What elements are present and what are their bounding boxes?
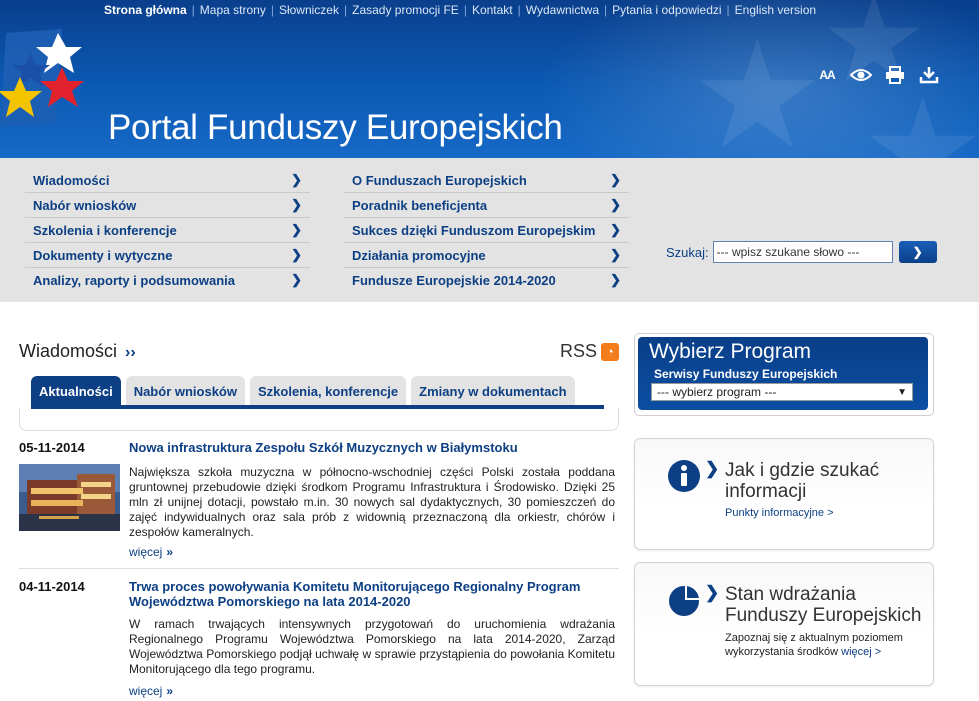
- print-button[interactable]: [883, 64, 907, 86]
- article-title[interactable]: Nowa infrastruktura Zespołu Szkół Muzycz…: [129, 440, 599, 455]
- article-thumbnail[interactable]: [19, 464, 120, 531]
- news-heading[interactable]: Wiadomości ››: [19, 341, 136, 361]
- menu-item-promotion[interactable]: Działania promocyjne ❯: [344, 243, 629, 268]
- topnav-glossary[interactable]: Słowniczek: [279, 3, 339, 17]
- chevron-right-icon: ❯: [912, 245, 923, 259]
- chevron-right-icon: ❯: [291, 247, 302, 262]
- tab-news[interactable]: Aktualności: [31, 376, 121, 406]
- star-decoration: ★: [860, 71, 979, 159]
- chevron-right-icon: ❯: [610, 222, 621, 237]
- dropdown-arrow-icon: ▼: [897, 386, 907, 398]
- tab-calls[interactable]: Nabór wniosków: [125, 376, 245, 406]
- building-photo: [19, 464, 120, 531]
- menu-column-left: Wiadomości ❯ Nabór wniosków ❯ Szkolenia i …: [25, 168, 310, 292]
- info-box-title: Jak i gdzie szukać informacji: [725, 460, 880, 502]
- main-menu: Wiadomości ❯ Nabór wniosków ❯ Szkolenia i …: [0, 158, 979, 302]
- info-icon: [668, 460, 700, 492]
- double-chevron-icon: »: [166, 684, 174, 698]
- chevron-right-icon: ❯: [291, 222, 302, 237]
- topnav-contact[interactable]: Kontakt: [472, 3, 513, 17]
- tab-document-changes[interactable]: Zmiany w dokumentach: [411, 376, 575, 406]
- program-subtitle: Serwisy Funduszy Europejskich: [654, 367, 838, 381]
- double-chevron-icon: ››: [125, 344, 136, 361]
- rss-link[interactable]: RSS ◔: [560, 341, 619, 362]
- top-navigation: Strona główna | Mapa strony | Słowniczek | Zas…: [104, 3, 817, 17]
- chevron-right-icon: ❯: [610, 197, 621, 212]
- article-body: W ramach trwających intensywnych przygot…: [129, 617, 615, 676]
- chevron-right-icon: ❯: [705, 459, 720, 478]
- article-title[interactable]: Trwa proces powoływania Komitetu Monitor…: [129, 579, 599, 609]
- eu-funds-logo[interactable]: [0, 25, 100, 135]
- menu-item-beneficiary-guide[interactable]: Poradnik beneficjenta ❯: [344, 193, 629, 218]
- status-more-link[interactable]: więcej >: [841, 646, 881, 658]
- topnav-publications[interactable]: Wydawnictwa: [526, 3, 599, 17]
- chevron-right-icon: ❯: [610, 272, 621, 287]
- download-icon: [919, 67, 939, 84]
- status-box-title: Stan wdrażania Funduszy Europejskich: [725, 584, 922, 626]
- double-chevron-icon: »: [166, 545, 174, 559]
- program-select[interactable]: --- wybierz program --- ▼: [651, 383, 913, 401]
- chevron-right-icon: ❯: [705, 583, 720, 602]
- site-header: ★ ★ ★ Strona główna | Mapa strony | Słownicz…: [0, 0, 979, 158]
- menu-column-right: O Funduszach Europejskich ❯ Poradnik bene…: [344, 168, 629, 292]
- article-body: Największa szkoła muzyczna w północno-ws…: [129, 465, 615, 539]
- download-button[interactable]: [917, 64, 941, 86]
- accessibility-tools: AA: [815, 64, 941, 86]
- status-box-text: Zapoznaj się z aktualnym poziomem wykorz…: [725, 632, 903, 658]
- chevron-right-icon: ❯: [291, 197, 302, 212]
- site-title[interactable]: Portal Funduszy Europejskich: [108, 108, 563, 148]
- chevron-right-icon: ❯: [610, 247, 621, 262]
- article-date: 04-11-2014: [19, 579, 85, 594]
- news-header: Wiadomości ›› RSS ◔: [19, 341, 619, 365]
- search-input[interactable]: [712, 241, 893, 263]
- article-date: 05-11-2014: [19, 440, 85, 455]
- star-decoration: ★: [690, 11, 825, 158]
- search-label: Szukaj:: [666, 244, 709, 260]
- printer-icon: [886, 66, 904, 84]
- menu-item-trainings[interactable]: Szkolenia i konferencje ❯: [25, 218, 310, 243]
- contrast-button[interactable]: [849, 64, 873, 86]
- menu-item-success[interactable]: Sukces dzięki Funduszom Europejskim ❯: [344, 218, 629, 243]
- topnav-faq[interactable]: Pytania i odpowiedzi: [612, 3, 721, 17]
- topnav-promotion-rules[interactable]: Zasady promocji FE: [352, 3, 459, 17]
- implementation-status-box[interactable]: ❯ Stan wdrażania Funduszy Europejskich Z…: [634, 562, 934, 686]
- chevron-right-icon: ❯: [291, 172, 302, 187]
- article-more-link[interactable]: więcej»: [129, 684, 173, 698]
- font-size-icon: AA: [819, 68, 835, 82]
- menu-item-news[interactable]: Wiadomości ❯: [25, 168, 310, 193]
- info-points-link[interactable]: Punkty informacyjne >: [725, 507, 834, 519]
- news-tabs: Aktualności Nabór wniosków Szkolenia, ko…: [31, 376, 575, 406]
- article-divider: [19, 568, 619, 569]
- pie-chart-icon: [669, 583, 701, 616]
- chevron-right-icon: ❯: [610, 172, 621, 187]
- search-form: Szukaj: ❯: [666, 241, 937, 263]
- font-size-button[interactable]: AA: [815, 64, 839, 86]
- menu-item-calls[interactable]: Nabór wniosków ❯: [25, 193, 310, 218]
- menu-item-about-funds[interactable]: O Funduszach Europejskich ❯: [344, 168, 629, 193]
- program-title: Wybierz Program: [649, 340, 812, 363]
- program-selector-box: Wybierz Program Serwisy Funduszy Europej…: [634, 333, 934, 416]
- eye-icon: [850, 69, 872, 81]
- topnav-english[interactable]: English version: [735, 3, 816, 17]
- topnav-home[interactable]: Strona główna: [104, 3, 187, 17]
- menu-item-analyses[interactable]: Analizy, raporty i podsumowania ❯: [25, 268, 310, 292]
- article-more-link[interactable]: więcej»: [129, 545, 173, 559]
- tab-trainings[interactable]: Szkolenia, konferencje: [249, 376, 407, 406]
- info-points-box[interactable]: ❯ Jak i gdzie szukać informacji Punkty i…: [634, 438, 934, 550]
- menu-item-documents[interactable]: Dokumenty i wytyczne ❯: [25, 243, 310, 268]
- menu-item-funds-2014-2020[interactable]: Fundusze Europejskie 2014-2020 ❯: [344, 268, 629, 292]
- search-button[interactable]: ❯: [898, 241, 937, 263]
- rss-icon: ◔: [601, 342, 619, 361]
- chevron-right-icon: ❯: [291, 272, 302, 287]
- topnav-sitemap[interactable]: Mapa strony: [200, 3, 266, 17]
- tab-frame: [19, 408, 619, 431]
